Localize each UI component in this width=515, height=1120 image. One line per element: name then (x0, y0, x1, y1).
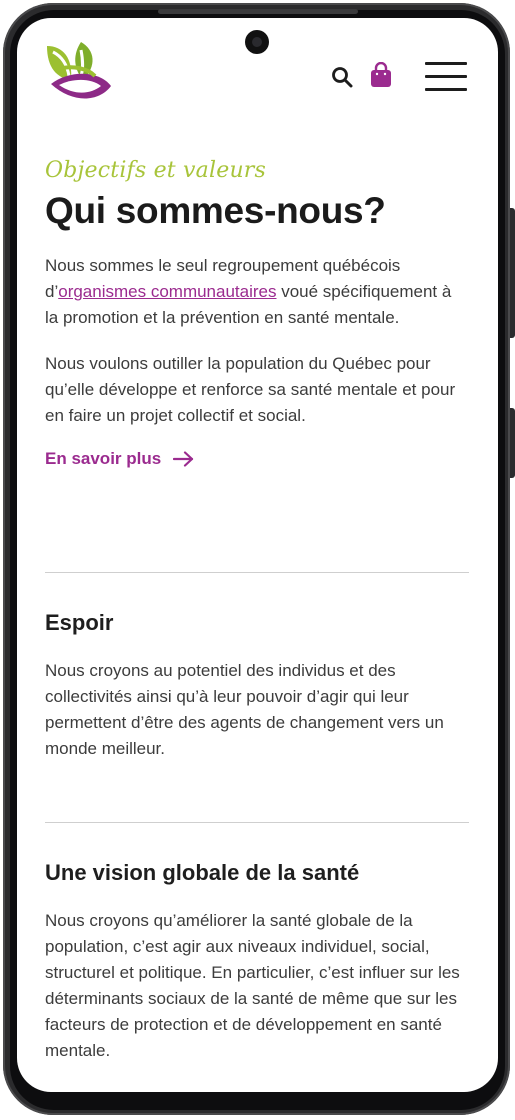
section-eyebrow: Objectifs et valeurs (45, 158, 267, 183)
intro-section: Objectifs et valeurs Qui sommes-nous? No… (45, 158, 469, 469)
section-body: Nous croyons au potentiel des individus … (45, 661, 444, 758)
power-button (510, 408, 515, 478)
volume-button (510, 208, 515, 338)
section-heading: Espoir (45, 610, 114, 635)
section-heading: Une vision globale de la santé (45, 860, 360, 885)
shopping-bag-icon[interactable] (369, 61, 393, 88)
speaker-grille (158, 9, 358, 14)
page-title: Qui sommes-nous? (45, 190, 386, 231)
value-section-vision: Une vision globale de la santé Nous croy… (45, 860, 469, 1064)
section-divider (45, 572, 469, 573)
search-icon[interactable] (331, 66, 353, 88)
en-savoir-plus-label: En savoir plus (45, 449, 162, 468)
arrow-right-icon (173, 451, 194, 467)
value-section-espoir: Espoir Nous croyons au potentiel des ind… (45, 610, 469, 762)
phone-frame: Objectifs et valeurs Qui sommes-nous? No… (0, 0, 515, 1120)
en-savoir-plus-link[interactable]: En savoir plus (45, 449, 195, 469)
intro-paragraph-1: Nous sommes le seul regroupement québéco… (45, 253, 469, 331)
site-header (17, 18, 498, 128)
organismes-communautaires-link[interactable]: organismes communautaires (58, 282, 276, 301)
hamburger-menu-icon[interactable] (425, 60, 469, 92)
screen: Objectifs et valeurs Qui sommes-nous? No… (17, 18, 498, 1092)
site-logo[interactable] (43, 40, 115, 106)
intro-paragraph-2: Nous voulons outiller la population du Q… (45, 354, 456, 425)
section-divider (45, 822, 469, 823)
section-body: Nous croyons qu’améliorer la santé globa… (45, 911, 460, 1060)
